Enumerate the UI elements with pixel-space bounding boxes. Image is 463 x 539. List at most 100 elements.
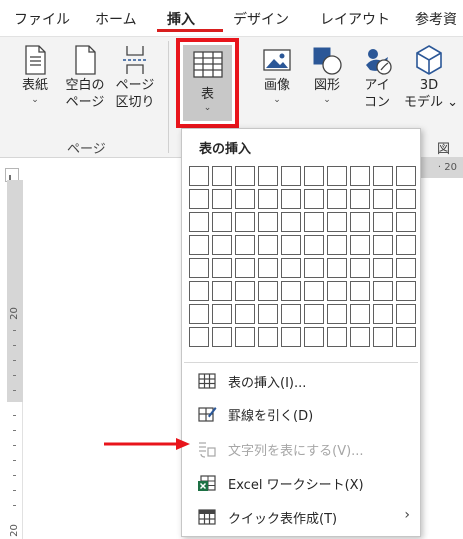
table-grid-cell[interactable] (281, 166, 301, 186)
table-grid-cell[interactable] (258, 327, 278, 347)
3d-models-button[interactable]: 3D モデル ⌄ (404, 43, 458, 111)
tab-home[interactable]: ホーム (95, 9, 137, 29)
table-grid-cell[interactable] (212, 281, 232, 301)
table-button[interactable]: 表 ⌄ (183, 45, 232, 121)
table-grid-cell[interactable] (373, 189, 393, 209)
table-grid-cell[interactable] (327, 235, 347, 255)
table-grid-cell[interactable] (350, 304, 370, 324)
table-grid-cell[interactable] (258, 235, 278, 255)
table-grid-cell[interactable] (189, 281, 209, 301)
table-grid-cell[interactable] (258, 304, 278, 324)
table-grid-cell[interactable] (235, 304, 255, 324)
table-grid-cell[interactable] (396, 327, 416, 347)
table-grid-cell[interactable] (350, 212, 370, 232)
table-grid-cell[interactable] (350, 258, 370, 278)
table-grid-cell[interactable] (258, 281, 278, 301)
menu-convert-text-to-table[interactable]: 文字列を表にする(V)... (182, 434, 420, 464)
table-grid-cell[interactable] (212, 235, 232, 255)
table-grid-cell[interactable] (281, 281, 301, 301)
table-grid-cell[interactable] (373, 235, 393, 255)
table-grid-cell[interactable] (212, 212, 232, 232)
table-grid-cell[interactable] (350, 166, 370, 186)
table-grid-cell[interactable] (373, 281, 393, 301)
table-grid-cell[interactable] (327, 258, 347, 278)
table-grid-cell[interactable] (189, 327, 209, 347)
table-grid-cell[interactable] (396, 235, 416, 255)
table-grid-cell[interactable] (396, 212, 416, 232)
table-grid-cell[interactable] (327, 166, 347, 186)
vertical-ruler[interactable]: 20 20 (7, 180, 23, 539)
blank-page-button[interactable]: 空白の ページ (60, 43, 110, 111)
table-grid-cell[interactable] (327, 189, 347, 209)
tab-file[interactable]: ファイル (14, 9, 70, 29)
table-grid-cell[interactable] (235, 281, 255, 301)
table-grid-cell[interactable] (304, 258, 324, 278)
table-grid-cell[interactable] (373, 212, 393, 232)
icons-button[interactable]: アイ コン (352, 43, 402, 111)
table-grid-cell[interactable] (235, 189, 255, 209)
table-grid-cell[interactable] (281, 212, 301, 232)
table-grid-cell[interactable] (350, 281, 370, 301)
table-grid-cell[interactable] (212, 304, 232, 324)
table-grid-cell[interactable] (304, 166, 324, 186)
table-grid-cell[interactable] (258, 166, 278, 186)
pictures-button[interactable]: 画像 ⌄ (252, 43, 302, 105)
page-break-button[interactable]: ページ 区切り (110, 43, 160, 111)
table-grid-cell[interactable] (304, 212, 324, 232)
table-grid-cell[interactable] (327, 281, 347, 301)
table-grid-cell[interactable] (396, 166, 416, 186)
table-grid-cell[interactable] (304, 235, 324, 255)
table-grid-cell[interactable] (396, 189, 416, 209)
tab-references[interactable]: 参考資 (415, 9, 457, 29)
table-grid-cell[interactable] (189, 212, 209, 232)
tab-layout[interactable]: レイアウト (320, 9, 390, 29)
tab-insert[interactable]: 挿入 (167, 9, 195, 29)
table-grid-cell[interactable] (235, 327, 255, 347)
table-grid-cell[interactable] (235, 212, 255, 232)
table-grid-cell[interactable] (304, 281, 324, 301)
table-grid-cell[interactable] (258, 189, 278, 209)
table-grid-cell[interactable] (258, 258, 278, 278)
table-grid-cell[interactable] (189, 189, 209, 209)
table-grid-cell[interactable] (350, 189, 370, 209)
table-grid-cell[interactable] (396, 258, 416, 278)
table-grid-cell[interactable] (212, 258, 232, 278)
table-grid-cell[interactable] (235, 235, 255, 255)
table-grid-cell[interactable] (327, 327, 347, 347)
table-grid-cell[interactable] (212, 189, 232, 209)
menu-draw-table[interactable]: 罫線を引く(D) (182, 399, 420, 429)
table-grid-cell[interactable] (304, 327, 324, 347)
table-grid-cell[interactable] (281, 304, 301, 324)
table-grid-cell[interactable] (212, 327, 232, 347)
table-grid-cell[interactable] (350, 235, 370, 255)
table-grid-cell[interactable] (281, 327, 301, 347)
table-grid-cell[interactable] (373, 304, 393, 324)
table-grid-cell[interactable] (212, 166, 232, 186)
tab-design[interactable]: デザイン (233, 9, 289, 29)
table-grid-cell[interactable] (189, 166, 209, 186)
shapes-button[interactable]: 図形 ⌄ (302, 43, 352, 105)
menu-insert-table[interactable]: 表の挿入(I)... (182, 366, 420, 396)
table-grid-cell[interactable] (281, 235, 301, 255)
table-grid-cell[interactable] (281, 189, 301, 209)
table-grid-cell[interactable] (373, 166, 393, 186)
table-grid-cell[interactable] (235, 166, 255, 186)
table-grid-cell[interactable] (281, 258, 301, 278)
table-grid-cell[interactable] (304, 304, 324, 324)
table-grid-cell[interactable] (396, 281, 416, 301)
table-grid-cell[interactable] (235, 258, 255, 278)
menu-excel-worksheet[interactable]: Excel ワークシート(X) (182, 468, 420, 498)
cover-page-button[interactable]: 表紙 ⌄ (10, 43, 60, 105)
table-grid-cell[interactable] (189, 258, 209, 278)
table-grid-cell[interactable] (327, 304, 347, 324)
table-grid-cell[interactable] (189, 235, 209, 255)
menu-quick-tables[interactable]: クイック表作成(T) › (182, 502, 420, 532)
table-grid-cell[interactable] (304, 189, 324, 209)
table-grid-cell[interactable] (189, 304, 209, 324)
table-grid-cell[interactable] (350, 327, 370, 347)
table-grid-cell[interactable] (373, 258, 393, 278)
table-grid-cell[interactable] (258, 212, 278, 232)
table-grid-cell[interactable] (396, 304, 416, 324)
table-grid-cell[interactable] (327, 212, 347, 232)
table-grid-cell[interactable] (373, 327, 393, 347)
